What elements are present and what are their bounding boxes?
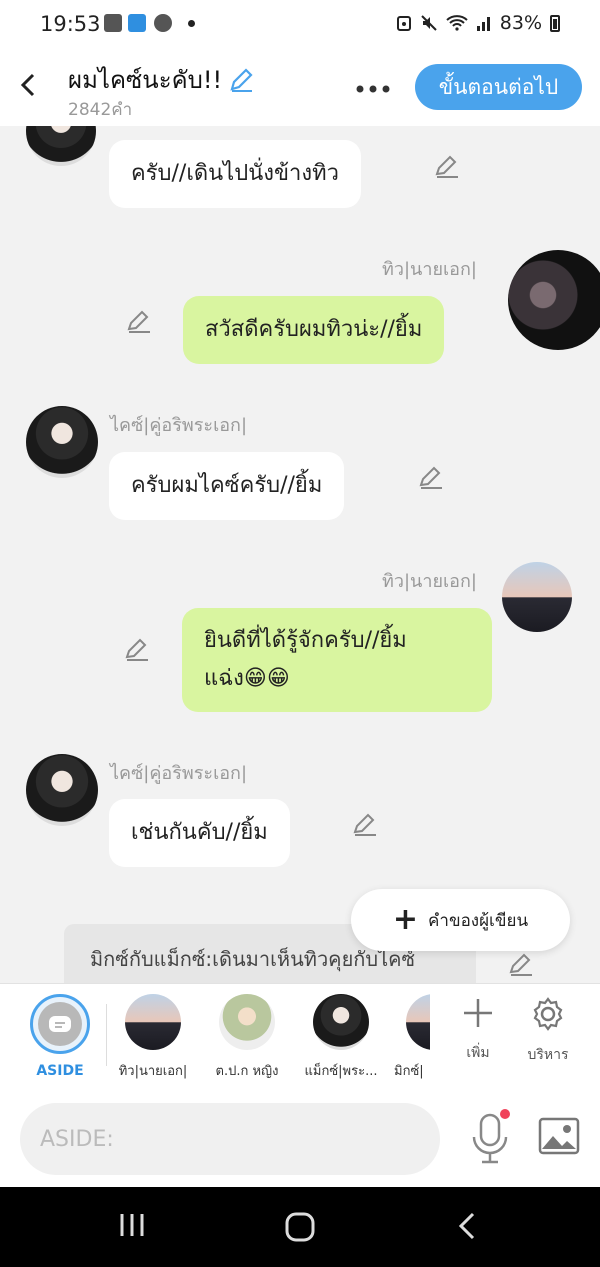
mute-icon — [421, 15, 437, 31]
chevron-left-icon — [20, 73, 35, 97]
aside-avatar — [38, 1002, 82, 1046]
wifi-icon — [446, 15, 468, 31]
word-count: 2842คำ — [68, 100, 133, 120]
edit-message-pencil-icon[interactable] — [126, 309, 152, 335]
avatar — [125, 994, 181, 1050]
message-bubble[interactable]: ครับ//เดินไปนั่งข้างทิว — [109, 140, 361, 208]
avatar-kaiz[interactable] — [26, 126, 96, 166]
manage-characters-button[interactable]: บริหาร — [518, 996, 578, 1066]
line-notification-icon — [154, 14, 172, 32]
character-name: ทิว|นายเอก| — [118, 1064, 188, 1079]
home-icon[interactable] — [284, 1211, 316, 1243]
status-bar: 19:53 83% — [0, 0, 600, 50]
chat-area[interactable]: ครับ//เดินไปนั่งข้างทิว ทิว|นายเอก| สวัส… — [0, 126, 600, 983]
status-time: 19:53 — [40, 12, 101, 36]
plus-icon: + — [392, 902, 419, 937]
message-text: เช่นกันคับ//ยิ้ม — [131, 820, 268, 845]
system-nav-bar — [0, 1187, 600, 1267]
next-step-button[interactable]: ขั้นตอนต่อไป — [415, 64, 582, 110]
microphone-icon[interactable] — [468, 1113, 512, 1165]
more-options-button[interactable] — [356, 74, 390, 94]
story-title-text: ผมไคซ์นะคับ!! — [68, 66, 223, 94]
battery-percent: 83% — [499, 12, 542, 34]
edit-message-pencil-icon[interactable] — [418, 465, 444, 491]
avatar-kaiz[interactable] — [26, 754, 98, 826]
speaker-name: ทิว|นายเอก| — [382, 259, 477, 280]
webtoon-notification-icon — [128, 14, 146, 32]
message-text-line1: ยินดีที่ได้รู้จักครับ//ยิ้ม — [204, 628, 407, 653]
avatar — [313, 994, 369, 1050]
avatar-tiw[interactable] — [508, 250, 600, 350]
edit-message-pencil-icon[interactable] — [124, 637, 150, 663]
character-item[interactable]: แม็กซ์|พระ... — [296, 994, 386, 1081]
author-note-button[interactable]: + คำของผู้เขียน — [351, 889, 570, 951]
recent-apps-icon[interactable] — [118, 1211, 146, 1239]
composer — [0, 1091, 600, 1187]
speaker-name: ไคซ์|คู่อริพระเอก| — [110, 763, 248, 784]
message-bubble[interactable]: ยินดีที่ได้รู้จักครับ//ยิ้ม แฉ่ง😁😁 — [182, 608, 492, 712]
plus-icon — [464, 999, 492, 1027]
signal-icon — [476, 17, 490, 31]
aside-character-button[interactable] — [30, 994, 90, 1054]
image-icon[interactable] — [538, 1117, 580, 1155]
message-text-line2: แฉ่ง😁😁 — [204, 666, 290, 691]
speaker-name: ทิว|นายเอก| — [382, 571, 477, 592]
edit-message-pencil-icon[interactable] — [434, 154, 460, 180]
message-text: สวัสดีครับผมทิวน่ะ//ยิ้ม — [205, 317, 423, 342]
back-button[interactable] — [16, 70, 40, 100]
character-item[interactable]: มิกซ์| — [380, 994, 430, 1081]
avatar-tiw[interactable] — [502, 562, 572, 632]
message-bubble[interactable]: เช่นกันคับ//ยิ้ม — [109, 799, 290, 867]
avatar — [406, 994, 430, 1050]
author-note-label: คำของผู้เขียน — [428, 910, 529, 931]
message-bubble[interactable]: ครับผมไคซ์ครับ//ยิ้ม — [109, 452, 345, 520]
add-label: เพิ่ม — [466, 1045, 490, 1061]
aside-note-text: มิกซ์กับแม็กซ์:เดินมาเห็นทิวคุยกับไคซ์ — [90, 947, 416, 971]
edit-title-pencil-icon[interactable] — [228, 67, 254, 93]
add-character-button[interactable]: เพิ่ม — [448, 996, 508, 1064]
gear-icon — [533, 997, 563, 1031]
speaker-name: ไคซ์|คู่อริพระเอก| — [110, 415, 248, 436]
aside-label: ASIDE — [36, 1063, 84, 1079]
message-text: ครับ//เดินไปนั่งข้างทิว — [131, 161, 339, 186]
character-item[interactable]: ทิว|นายเอก| — [108, 994, 198, 1081]
message-input[interactable] — [20, 1103, 440, 1175]
status-right: 83% — [396, 12, 560, 34]
avatar — [219, 994, 275, 1050]
top-app-bar: ผมไคซ์นะคับ!! 2842คำ ขั้นตอนต่อไป — [0, 50, 600, 126]
gallery-notification-icon — [104, 14, 122, 32]
character-name: มิกซ์| — [394, 1064, 424, 1079]
manage-label: บริหาร — [527, 1047, 569, 1063]
edit-message-pencil-icon[interactable] — [352, 812, 378, 838]
edit-message-pencil-icon[interactable] — [508, 952, 534, 978]
recording-dot-icon — [500, 1109, 510, 1119]
more-notifications-dot-icon — [188, 20, 195, 27]
character-bar: ASIDE ทิว|นายเอก| ต.ป.ก หญิง แม็กซ์|พระ.… — [0, 983, 600, 1091]
app-screen: 19:53 83% ผมไคซ์นะคับ!! 2842คำ ขั้นตอนต่… — [0, 0, 600, 1267]
back-nav-icon[interactable] — [456, 1211, 478, 1241]
character-item[interactable]: ต.ป.ก หญิง — [202, 994, 292, 1081]
divider — [106, 1004, 107, 1066]
battery-icon — [550, 14, 560, 32]
alarm-icon — [396, 16, 411, 31]
message-text: ครับผมไคซ์ครับ//ยิ้ม — [131, 473, 323, 498]
message-bubble[interactable]: สวัสดีครับผมทิวน่ะ//ยิ้ม — [183, 296, 445, 364]
character-name: ต.ป.ก หญิง — [215, 1064, 279, 1079]
chat-bubble-icon — [49, 1016, 71, 1032]
character-name: แม็กซ์|พระ... — [304, 1064, 378, 1079]
story-title[interactable]: ผมไคซ์นะคับ!! — [68, 60, 254, 99]
more-dots-icon — [356, 85, 390, 93]
avatar-kaiz[interactable] — [26, 406, 98, 478]
